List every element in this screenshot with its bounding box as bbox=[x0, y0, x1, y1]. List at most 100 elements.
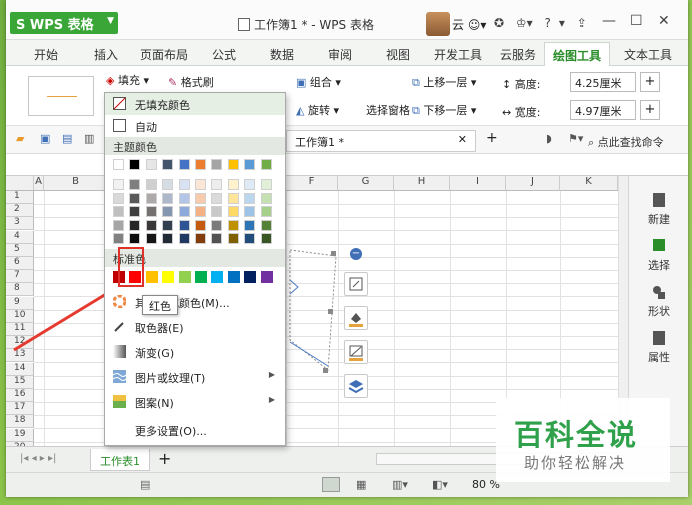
row-header[interactable]: 4 bbox=[6, 230, 34, 244]
theme-shade-swatch[interactable] bbox=[244, 179, 256, 190]
close-tab-icon[interactable]: ✕ bbox=[458, 133, 467, 146]
tab-cloud[interactable]: 云服务 bbox=[500, 46, 536, 63]
theme-shade-swatch[interactable] bbox=[178, 233, 190, 244]
row-header[interactable]: 2 bbox=[6, 204, 34, 218]
side-new-button[interactable]: 新建 bbox=[629, 192, 688, 227]
close-button[interactable]: ✕ bbox=[658, 13, 670, 29]
theme-shade-swatch[interactable] bbox=[195, 233, 206, 244]
theme-shade-swatch[interactable] bbox=[129, 219, 141, 231]
save-icon[interactable]: ▣ bbox=[40, 132, 50, 145]
theme-shade-swatch[interactable] bbox=[113, 219, 124, 231]
tab-insert[interactable]: 插入 bbox=[94, 46, 118, 63]
theme-shade-swatch[interactable] bbox=[129, 192, 141, 204]
sheet-nav-arrows[interactable]: |◂ ◂ ▸ ▸| bbox=[20, 453, 56, 464]
theme-shade-swatch[interactable] bbox=[260, 233, 272, 244]
theme-shade-swatch[interactable] bbox=[178, 179, 190, 190]
tab-home[interactable]: 开始 bbox=[34, 46, 58, 63]
column-header[interactable]: F bbox=[286, 176, 338, 191]
side-shape-button[interactable]: 形状 bbox=[629, 284, 688, 319]
reading-mode-icon[interactable]: ◧▾ bbox=[432, 478, 448, 491]
theme-color-swatch[interactable] bbox=[129, 159, 141, 170]
standard-color-swatch[interactable] bbox=[195, 271, 207, 283]
width-input[interactable]: 4.97厘米 bbox=[570, 100, 636, 120]
tab-data[interactable]: 数据 bbox=[270, 46, 294, 63]
theme-shade-swatch[interactable] bbox=[113, 233, 124, 244]
tab-review[interactable]: 审阅 bbox=[328, 46, 352, 63]
shape-edit-icon[interactable] bbox=[344, 272, 368, 296]
theme-shade-swatch[interactable] bbox=[211, 219, 223, 231]
column-header[interactable]: K bbox=[560, 176, 618, 191]
row-header[interactable]: 5 bbox=[6, 243, 34, 257]
row-header[interactable]: 8 bbox=[6, 283, 34, 297]
standard-color-swatch[interactable] bbox=[145, 271, 158, 283]
theme-shade-swatch[interactable] bbox=[227, 206, 239, 217]
standard-color-swatch[interactable] bbox=[178, 271, 191, 283]
theme-color-swatch[interactable] bbox=[211, 159, 223, 170]
theme-shade-swatch[interactable] bbox=[162, 206, 174, 217]
theme-shade-swatch[interactable] bbox=[145, 179, 157, 190]
auto-color-item[interactable]: 自动 bbox=[105, 115, 285, 137]
theme-color-swatch[interactable] bbox=[113, 159, 124, 170]
theme-color-swatch[interactable] bbox=[178, 159, 190, 170]
theme-shade-swatch[interactable] bbox=[162, 219, 174, 231]
theme-shade-swatch[interactable] bbox=[162, 179, 174, 190]
theme-shade-swatch[interactable] bbox=[145, 233, 157, 244]
theme-shade-swatch[interactable] bbox=[129, 233, 141, 244]
theme-color-swatch[interactable] bbox=[244, 159, 256, 170]
theme-color-swatch[interactable] bbox=[195, 159, 206, 170]
standard-color-swatch[interactable] bbox=[227, 271, 240, 283]
print-preview-icon[interactable]: ▤ bbox=[62, 132, 72, 145]
theme-shade-swatch[interactable] bbox=[227, 192, 239, 204]
shirt-skin-icon[interactable]: ♔▾ bbox=[516, 16, 533, 30]
fill-color-icon[interactable] bbox=[344, 306, 368, 330]
theme-color-swatch[interactable] bbox=[260, 159, 272, 170]
row-header[interactable]: 19 bbox=[6, 428, 34, 442]
theme-shade-swatch[interactable] bbox=[211, 192, 223, 204]
flag-icon[interactable]: ⚑▾ bbox=[568, 132, 583, 145]
theme-shade-swatch[interactable] bbox=[211, 179, 223, 190]
row-header[interactable]: 3 bbox=[6, 217, 34, 231]
theme-shade-swatch[interactable] bbox=[178, 192, 190, 204]
theme-shade-swatch[interactable] bbox=[113, 179, 124, 190]
column-header[interactable]: I bbox=[450, 176, 506, 191]
theme-shade-swatch[interactable] bbox=[227, 179, 239, 190]
app-menu-button[interactable]: S WPS 表格 ▼ bbox=[10, 12, 118, 34]
sync-icon[interactable]: ✪ bbox=[494, 16, 504, 30]
tab-page-layout[interactable]: 页面布局 bbox=[140, 46, 188, 63]
column-header[interactable]: J bbox=[506, 176, 560, 191]
no-fill-item[interactable]: 无填充颜色 bbox=[105, 93, 285, 115]
theme-shade-swatch[interactable] bbox=[244, 219, 256, 231]
side-property-button[interactable]: 属性 bbox=[629, 330, 688, 365]
picture-texture-item[interactable]: 图片或纹理(T) ▶ bbox=[105, 366, 285, 388]
theme-shade-swatch[interactable] bbox=[195, 192, 206, 204]
theme-color-swatch[interactable] bbox=[145, 159, 157, 170]
gradient-item[interactable]: 渐变(G) bbox=[105, 341, 285, 363]
row-header[interactable]: 10 bbox=[6, 309, 34, 323]
row-header[interactable]: 16 bbox=[6, 389, 34, 402]
row-header[interactable]: 14 bbox=[6, 362, 34, 376]
tab-formulas[interactable]: 公式 bbox=[212, 46, 236, 63]
pin-icon[interactable]: ◗ bbox=[546, 132, 552, 145]
theme-shade-swatch[interactable] bbox=[260, 192, 272, 204]
page-break-view-icon[interactable]: ▥▾ bbox=[392, 478, 408, 491]
side-select-button[interactable]: 选择 bbox=[629, 238, 688, 273]
height-input[interactable]: 4.25厘米 bbox=[570, 72, 636, 92]
row-header[interactable]: 15 bbox=[6, 375, 34, 389]
maximize-button[interactable]: ☐ bbox=[630, 13, 643, 29]
column-header[interactable]: H bbox=[394, 176, 450, 191]
send-backward-button[interactable]: ⧉ 下移一层 ▾ bbox=[412, 102, 476, 118]
row-header[interactable]: 7 bbox=[6, 270, 34, 284]
theme-shade-swatch[interactable] bbox=[244, 233, 256, 244]
tab-view[interactable]: 视图 bbox=[386, 46, 410, 63]
shape-style-preview[interactable] bbox=[28, 76, 94, 116]
pattern-item[interactable]: 图案(N) ▶ bbox=[105, 391, 285, 413]
eyedropper-item[interactable]: 取色器(E) bbox=[105, 316, 285, 338]
layers-icon[interactable] bbox=[344, 374, 368, 398]
selection-pane-button[interactable]: 选择窗格 bbox=[366, 102, 410, 118]
theme-shade-swatch[interactable] bbox=[211, 233, 223, 244]
bring-forward-button[interactable]: ⧉ 上移一层 ▾ bbox=[412, 74, 476, 90]
tab-developer[interactable]: 开发工具 bbox=[434, 46, 482, 63]
theme-shade-swatch[interactable] bbox=[211, 206, 223, 217]
standard-color-swatch[interactable] bbox=[162, 271, 175, 283]
height-increase-button[interactable]: + bbox=[640, 72, 660, 92]
